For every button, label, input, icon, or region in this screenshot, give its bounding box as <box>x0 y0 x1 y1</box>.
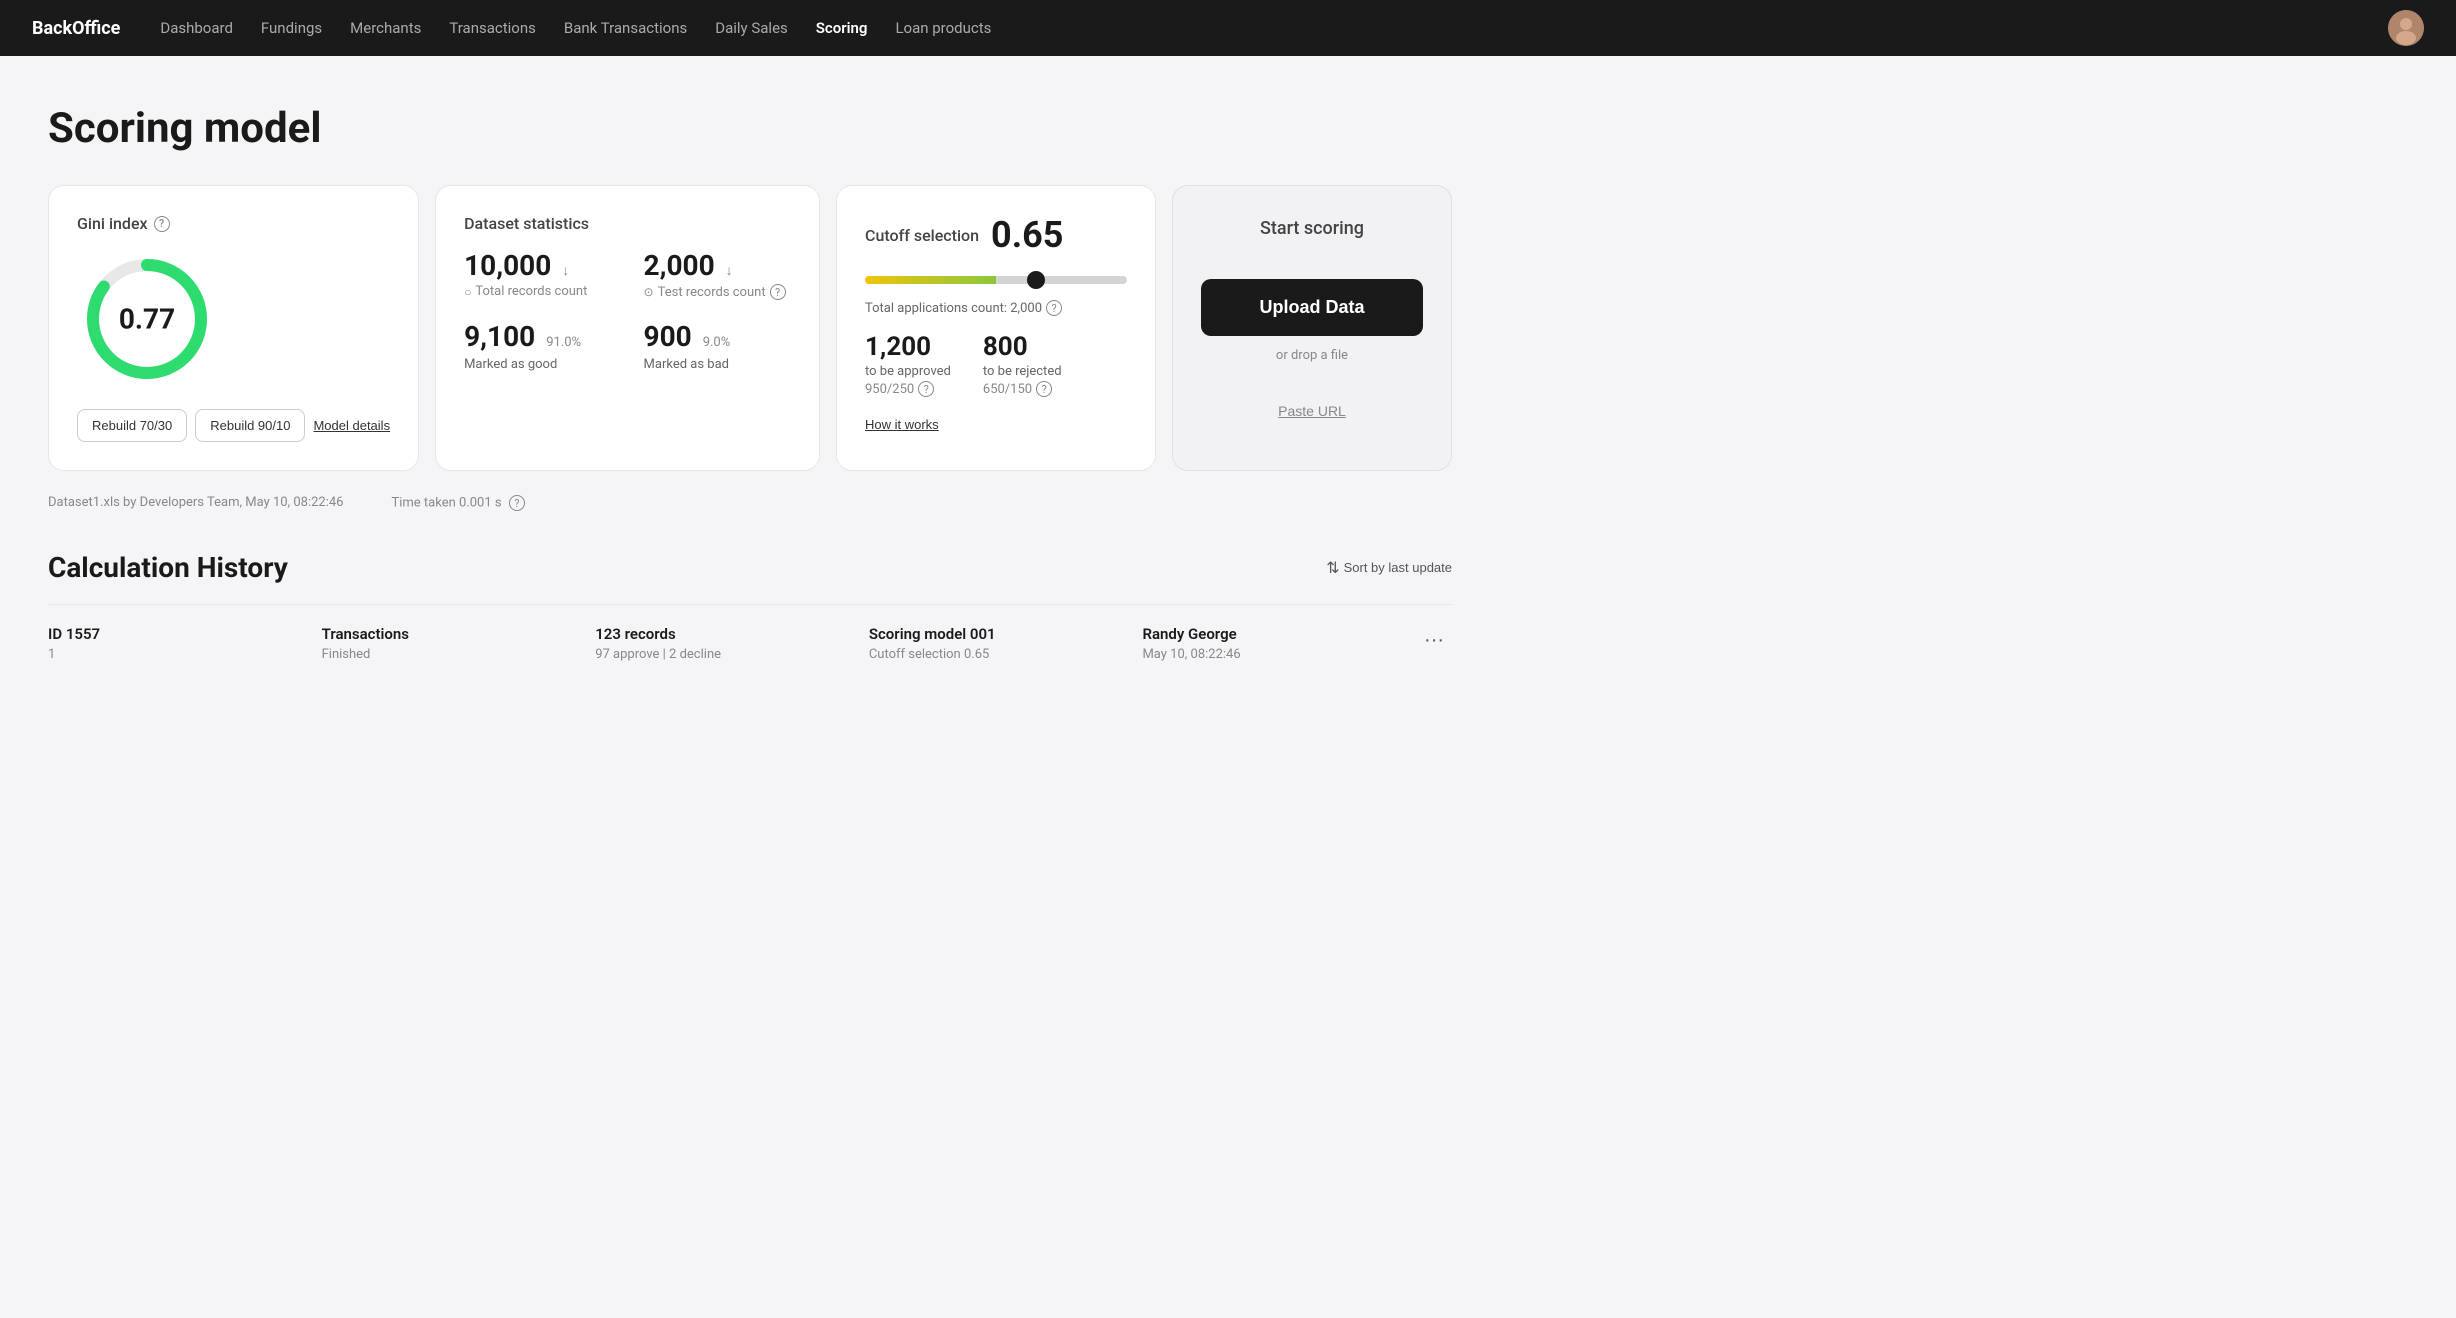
table-row: ID 1557 1 Transactions Finished 123 reco… <box>48 604 1452 682</box>
history-header: Calculation History ⇅ Sort by last updat… <box>48 551 1452 584</box>
model-details-button[interactable]: Model details <box>313 409 390 442</box>
upload-data-button[interactable]: Upload Data <box>1201 279 1423 336</box>
history-user-col: Randy George May 10, 08:22:46 <box>1142 625 1416 662</box>
gini-card: Gini index ? 0.77 Rebuild 70/30 Rebuild … <box>48 185 419 471</box>
cutoff-approved-sub: 950/250 ? <box>865 381 951 397</box>
time-taken: Time taken 0.001 s ? <box>391 495 524 511</box>
nav-scoring[interactable]: Scoring <box>816 19 868 37</box>
dataset-card: Dataset statistics 10,000 ↓ ○ Total reco… <box>435 185 820 471</box>
history-type-sub: Finished <box>322 647 596 662</box>
nav-loan-products[interactable]: Loan products <box>895 19 991 37</box>
history-more-button[interactable]: ··· <box>1416 625 1452 656</box>
test-records-cell: 2,000 ↓ ⊙ Test records count ? <box>644 249 791 300</box>
paste-url-button[interactable]: Paste URL <box>1278 403 1346 419</box>
cutoff-total-apps: Total applications count: 2,000 ? <box>865 300 1127 316</box>
history-title: Calculation History <box>48 551 288 584</box>
dataset-info: Dataset1.xls by Developers Team, May 10,… <box>48 495 343 511</box>
nav-fundings[interactable]: Fundings <box>261 19 322 37</box>
cards-row: Gini index ? 0.77 Rebuild 70/30 Rebuild … <box>48 185 1452 471</box>
metadata-row: Dataset1.xls by Developers Team, May 10,… <box>48 495 1452 511</box>
dataset-grid: 10,000 ↓ ○ Total records count 2,000 ↓ ⊙ <box>464 249 791 372</box>
cutoff-approved: 1,200 to be approved 950/250 ? <box>865 332 951 397</box>
cutoff-slider-thumb[interactable] <box>1027 271 1045 289</box>
cutoff-stats: 1,200 to be approved 950/250 ? 800 to be… <box>865 332 1127 397</box>
cutoff-approved-help-icon[interactable]: ? <box>918 381 934 397</box>
cutoff-rejected: 800 to be rejected 650/150 ? <box>983 332 1062 397</box>
rebuild-9010-button[interactable]: Rebuild 90/10 <box>195 409 305 442</box>
nav-merchants[interactable]: Merchants <box>350 19 421 37</box>
history-records-sub: 97 approve | 2 decline <box>595 647 869 662</box>
app-logo: BackOffice <box>32 18 120 39</box>
nav-bank-transactions[interactable]: Bank Transactions <box>564 19 687 37</box>
history-id-sub: 1 <box>48 647 322 662</box>
navbar: BackOffice Dashboard Fundings Merchants … <box>0 0 2456 56</box>
marked-good-value: 9,100 91.0% <box>464 320 611 353</box>
history-user: Randy George <box>1142 625 1416 643</box>
history-id: ID 1557 <box>48 625 322 643</box>
gini-container: 0.77 <box>77 249 390 389</box>
cutoff-slider-track[interactable] <box>865 276 1127 284</box>
history-user-sub: May 10, 08:22:46 <box>1142 647 1416 662</box>
history-type: Transactions <box>322 625 596 643</box>
history-records: 123 records <box>595 625 869 643</box>
cutoff-header: Cutoff selection 0.65 <box>865 214 1127 256</box>
history-id-col: ID 1557 1 <box>48 625 322 662</box>
cutoff-rejected-help-icon[interactable]: ? <box>1036 381 1052 397</box>
marked-good-cell: 9,100 91.0% Marked as good <box>464 320 611 372</box>
gini-value: 0.77 <box>119 303 175 336</box>
dataset-section-title: Dataset statistics <box>464 214 791 233</box>
gini-buttons: Rebuild 70/30 Rebuild 90/10 Model detail… <box>77 409 390 442</box>
total-records-cell: 10,000 ↓ ○ Total records count <box>464 249 611 300</box>
test-records-help-icon[interactable]: ? <box>770 284 786 300</box>
history-records-col: 123 records 97 approve | 2 decline <box>595 625 869 662</box>
history-model-col: Scoring model 001 Cutoff selection 0.65 <box>869 625 1143 662</box>
rebuild-7030-button[interactable]: Rebuild 70/30 <box>77 409 187 442</box>
cutoff-card: Cutoff selection 0.65 Total applications… <box>836 185 1156 471</box>
test-records-value: 2,000 ↓ <box>644 249 791 282</box>
avatar[interactable] <box>2388 10 2424 46</box>
avatar-image <box>2388 10 2424 46</box>
gini-help-icon[interactable]: ? <box>154 216 170 232</box>
total-records-label: ○ Total records count <box>464 284 611 299</box>
marked-good-label: Marked as good <box>464 357 611 372</box>
nav-links: Dashboard Fundings Merchants Transaction… <box>160 19 2356 37</box>
history-list: ID 1557 1 Transactions Finished 123 reco… <box>48 604 1452 682</box>
marked-bad-cell: 900 9.0% Marked as bad <box>644 320 791 372</box>
marked-bad-label: Marked as bad <box>644 357 791 372</box>
history-model-sub: Cutoff selection 0.65 <box>869 647 1143 662</box>
cutoff-rejected-sub: 650/150 ? <box>983 381 1062 397</box>
time-taken-help-icon[interactable]: ? <box>509 495 525 511</box>
page-title: Scoring model <box>48 104 1452 153</box>
gini-section-title: Gini index ? <box>77 214 390 233</box>
how-it-works-button[interactable]: How it works <box>865 417 939 432</box>
scoring-card: Start scoring Upload Data or drop a file… <box>1172 185 1452 471</box>
nav-transactions[interactable]: Transactions <box>449 19 536 37</box>
nav-dashboard[interactable]: Dashboard <box>160 19 233 37</box>
marked-bad-value: 900 9.0% <box>644 320 791 353</box>
gini-donut: 0.77 <box>77 249 217 389</box>
or-drop-label: or drop a file <box>1276 348 1348 363</box>
sort-button[interactable]: ⇅ Sort by last update <box>1326 558 1452 578</box>
history-type-col: Transactions Finished <box>322 625 596 662</box>
cutoff-apps-help-icon[interactable]: ? <box>1046 300 1062 316</box>
nav-daily-sales[interactable]: Daily Sales <box>715 19 788 37</box>
scoring-title: Start scoring <box>1260 218 1364 239</box>
history-model: Scoring model 001 <box>869 625 1143 643</box>
total-records-value: 10,000 ↓ <box>464 249 611 282</box>
test-records-label: ⊙ Test records count ? <box>644 284 791 300</box>
page-content: Scoring model Gini index ? 0.77 <box>0 56 1500 730</box>
